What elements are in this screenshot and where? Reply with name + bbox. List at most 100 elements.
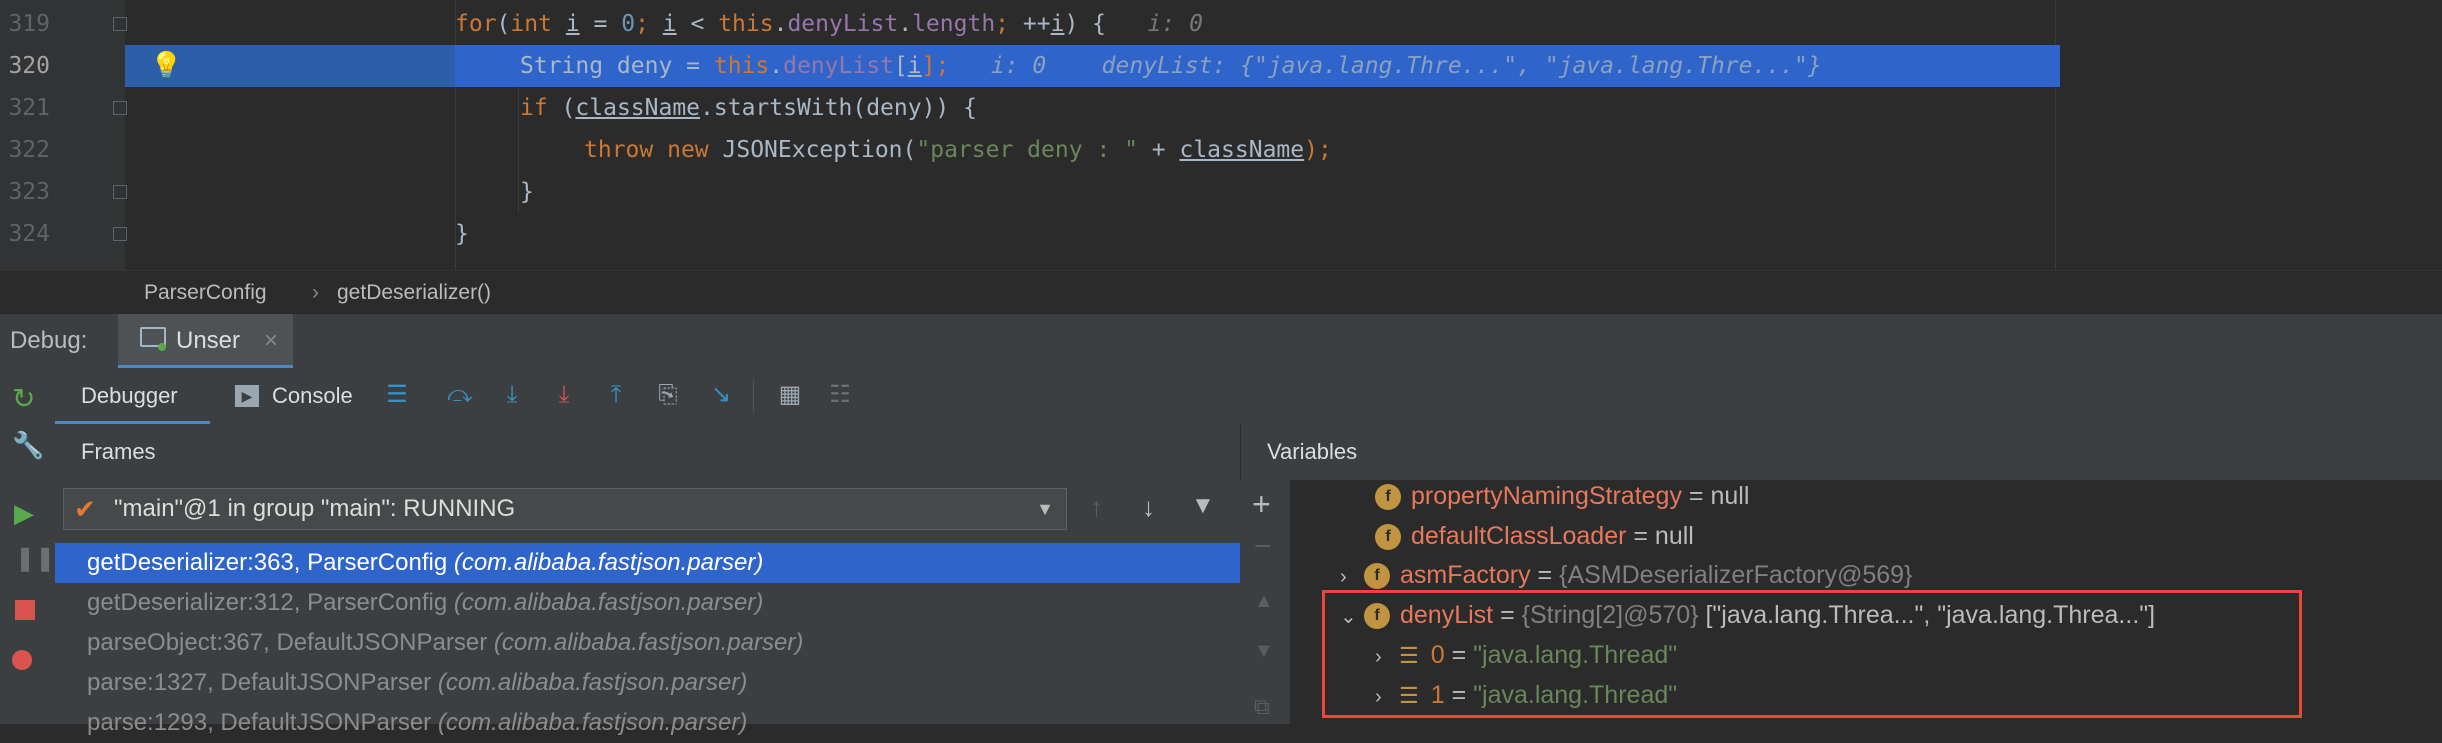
field-icon: f: [1364, 563, 1390, 590]
thread-selector[interactable]: ✔ "main"@1 in group "main": RUNNING ▼: [63, 488, 1067, 530]
code-token: <: [676, 11, 719, 37]
keyword: new: [667, 137, 709, 163]
filter-icon[interactable]: ▼: [1191, 492, 1215, 520]
chevron-down-icon[interactable]: ⌄: [1340, 597, 1364, 637]
menu-icon[interactable]: ☰: [382, 380, 412, 410]
variable-value: "java.lang.Thread": [1473, 681, 1678, 709]
breadcrumb: ParserConfig › getDeserializer(): [0, 270, 2442, 315]
tab-label: Console: [272, 383, 353, 408]
inline-debug-hint: i: 0: [990, 53, 1047, 79]
string-token: "parser deny : ": [916, 137, 1138, 163]
frame-down-icon[interactable]: ↓: [1142, 492, 1155, 523]
variable-row[interactable]: f propertyNamingStrategy = null: [1375, 476, 1749, 516]
tab-debugger[interactable]: Debugger: [55, 368, 210, 424]
remove-watch-icon[interactable]: −: [1254, 530, 1272, 564]
frame-item[interactable]: parseObject:367, DefaultJSONParser (com.…: [55, 623, 1240, 663]
code-line-320[interactable]: String deny = this.denyList[i]; i: 0 den…: [125, 45, 2442, 87]
line-number: 320: [8, 53, 50, 79]
step-over-icon[interactable]: ⤓: [497, 380, 527, 410]
variable-value: null: [1710, 482, 1750, 510]
code-token: =: [579, 11, 622, 37]
run-to-cursor-icon[interactable]: ↘: [706, 380, 736, 410]
variable-equals: =: [1530, 561, 1560, 589]
code-line-322[interactable]: throw new JSONException("parser deny : "…: [125, 129, 2442, 171]
line-number: 319: [8, 11, 50, 37]
rerun-icon[interactable]: ↻: [12, 382, 35, 415]
chevron-down-icon: ▼: [1036, 499, 1054, 519]
code-line-321[interactable]: if (className.startsWith(deny)) {: [125, 87, 2442, 129]
code-token: ;: [635, 11, 663, 37]
variable-type: {ASMDeserializerFactory@569}: [1559, 561, 1913, 589]
variable-row-expanded[interactable]: ⌄ f denyList = {String[2]@570} ["java.lang…: [1340, 595, 2155, 635]
tab-unser[interactable]: Unser ×: [118, 314, 293, 368]
line-number: 322: [8, 137, 50, 163]
variable-row[interactable]: › f asmFactory = {ASMDeserializerFactory@5…: [1340, 555, 1912, 595]
move-down-icon[interactable]: ▼: [1254, 640, 1274, 663]
variable-equals: =: [1626, 522, 1655, 550]
wrench-icon[interactable]: 🔧: [12, 430, 44, 461]
variable-token: i: [662, 11, 677, 37]
frame-up-icon[interactable]: ↑: [1090, 492, 1103, 523]
frames-panel: ✔ "main"@1 in group "main": RUNNING ▼ ↑ …: [55, 480, 1240, 736]
code-token: .: [773, 11, 788, 37]
view-breakpoints-icon[interactable]: [12, 650, 32, 670]
frame-package: (com.alibaba.fastjson.parser): [453, 549, 764, 576]
frames-header: Frames: [55, 424, 1240, 481]
code-token: .: [769, 53, 784, 79]
variable-name: asmFactory: [1400, 561, 1531, 589]
variable-name: denyList: [1400, 601, 1494, 629]
move-up-icon[interactable]: ▲: [1254, 590, 1274, 613]
array-index: 1: [1430, 681, 1445, 709]
array-element-row[interactable]: › ☰ 1 = "java.lang.Thread": [1375, 675, 1677, 715]
frame-item[interactable]: parse:1293, DefaultJSONParser (com.aliba…: [55, 703, 1240, 743]
frame-item[interactable]: getDeserializer:312, ParserConfig (com.a…: [55, 583, 1240, 623]
chevron-right-icon[interactable]: ›: [1375, 637, 1399, 677]
number-token: 0: [621, 11, 636, 37]
breadcrumb-class[interactable]: ParserConfig: [144, 271, 267, 315]
show-execution-point-icon[interactable]: ⤼: [445, 380, 475, 410]
frame-method: getDeserializer:312, ParserConfig: [87, 589, 454, 616]
close-icon[interactable]: ×: [264, 314, 278, 368]
breadcrumb-method[interactable]: getDeserializer(): [337, 271, 491, 315]
code-line-324[interactable]: }: [125, 213, 2442, 255]
variable-value: ["java.lang.Threa...", "java.lang.Threa.…: [1698, 601, 2156, 629]
tab-console[interactable]: ▶ Console: [235, 368, 400, 424]
frame-package: (com.alibaba.fastjson.parser): [493, 629, 804, 656]
chevron-right-icon[interactable]: ›: [1375, 677, 1399, 717]
trace-icon[interactable]: ☷: [825, 380, 855, 410]
pause-icon[interactable]: ❚❚: [15, 544, 55, 573]
code-line-323[interactable]: }: [125, 171, 2442, 213]
keyword: for: [455, 11, 497, 37]
copy-icon[interactable]: ⧉: [1254, 694, 1270, 720]
step-out-icon[interactable]: ⤒: [601, 380, 631, 410]
array-element-row[interactable]: › ☰ 0 = "java.lang.Thread": [1375, 635, 1677, 675]
stop-icon[interactable]: [15, 600, 35, 620]
variable-equals: =: [1493, 601, 1522, 629]
evaluate-expression-icon[interactable]: ▦: [775, 380, 805, 410]
frame-method: getDeserializer:363, ParserConfig: [87, 549, 454, 576]
debugger-toolbar: Debugger ▶ Console ☰ ⤼ ⤓ ⤓ ⤒ ⎘ ↘ ▦ ☷: [55, 368, 2442, 425]
step-into-icon[interactable]: ⤓: [549, 380, 579, 410]
code-token: );: [1304, 137, 1332, 163]
tab-label: Unser: [176, 327, 241, 354]
add-watch-icon[interactable]: +: [1252, 486, 1271, 523]
resume-icon[interactable]: ▶: [14, 498, 34, 529]
variables-toolbar: + − ▲ ▼ ⧉: [1240, 480, 1290, 724]
tab-label: Debugger: [81, 383, 178, 408]
variable-equals: =: [1444, 681, 1474, 709]
code-line-319[interactable]: for(int i = 0; i < this.denyList.length;…: [125, 3, 2442, 45]
keyword: this: [718, 11, 774, 37]
frame-item-selected[interactable]: getDeserializer:363, ParserConfig (com.a…: [55, 543, 1240, 583]
code-token: (: [496, 11, 511, 37]
variable-token: className: [575, 95, 701, 121]
variable-token: i: [907, 53, 922, 79]
code-token: String deny =: [520, 53, 714, 79]
field-icon: f: [1375, 484, 1401, 511]
frame-item[interactable]: parse:1327, DefaultJSONParser (com.aliba…: [55, 663, 1240, 703]
drop-frame-icon[interactable]: ⎘: [653, 380, 683, 410]
code-editor[interactable]: 319 320 321 322 323 324 💡 for(int i = 0;…: [0, 0, 2442, 270]
keyword: throw: [584, 137, 654, 163]
array-index: 0: [1430, 641, 1445, 669]
variable-row[interactable]: f defaultClassLoader = null: [1375, 516, 1694, 556]
field-token: denyList: [787, 11, 899, 37]
